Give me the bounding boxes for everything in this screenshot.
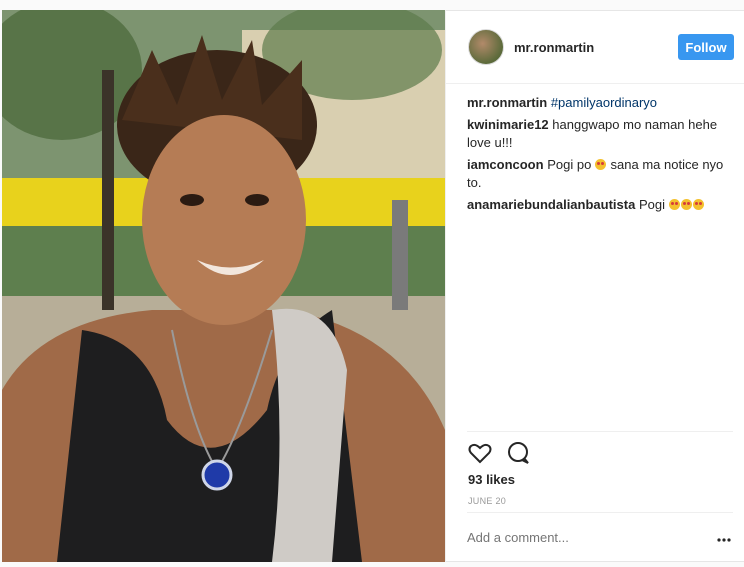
post-username[interactable]: mr.ronmartin [514,40,594,55]
list-item: iamconcoon Pogi po sana ma notice nyo to… [467,156,732,192]
list-item: kwinimarie12 hanggwapo mo naman hehe lov… [467,116,732,152]
heart-eyes-emoji-icon [692,199,704,210]
divider [467,431,733,432]
likes-count[interactable]: 93 likes [468,472,515,487]
post-actions [467,440,733,466]
add-comment-section [467,512,733,562]
list-item: anamariebundalianbautista Pogi [467,196,732,214]
comment-username[interactable]: iamconcoon [467,157,544,172]
heart-icon[interactable] [467,440,493,466]
heart-eyes-emoji-icon [594,159,606,170]
comment-bubble-icon[interactable] [505,440,531,466]
comment-input[interactable] [467,530,697,545]
post-photo-illustration [2,10,445,562]
caption: mr.ronmartin #pamilyaordinaryo [467,94,732,112]
post-header: mr.ronmartin Follow [446,10,744,84]
caption-hashtag[interactable]: #pamilyaordinaryo [551,95,657,110]
comment-text: Pogi po [547,157,592,172]
caption-username[interactable]: mr.ronmartin [467,95,547,110]
comments-list: mr.ronmartin #pamilyaordinaryo kwinimari… [467,94,732,218]
comment-text: Pogi [638,197,665,212]
comment-username[interactable]: anamariebundalianbautista [467,197,635,212]
comment-username[interactable]: kwinimarie12 [467,117,549,132]
follow-button[interactable]: Follow [678,34,734,60]
more-options-icon[interactable] [717,538,731,542]
heart-eyes-emoji-icon [680,199,692,210]
post-date[interactable]: JUNE 20 [468,496,506,506]
avatar[interactable] [468,29,504,65]
post-sidebar: mr.ronmartin Follow mr.ronmartin #pamily… [445,10,744,562]
post-photo[interactable] [2,10,445,562]
heart-eyes-emoji-icon [668,199,680,210]
